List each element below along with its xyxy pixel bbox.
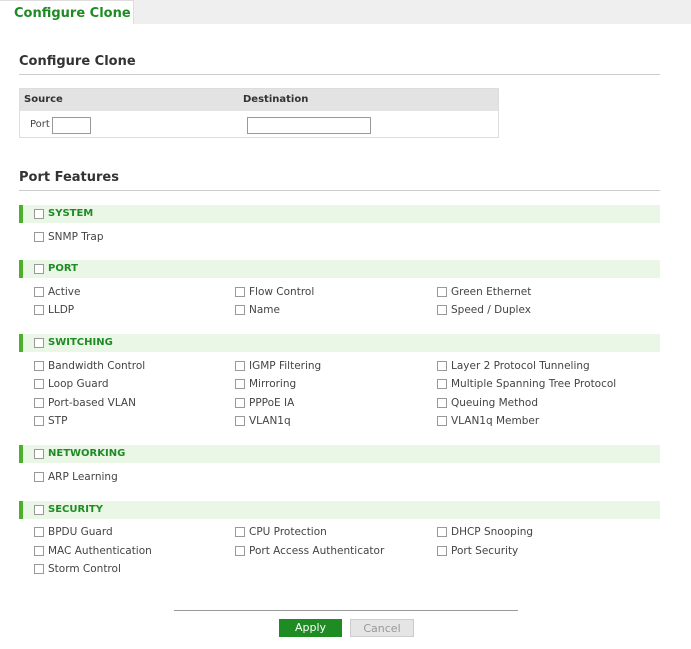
feature-checkbox[interactable] <box>235 398 245 408</box>
feature-label: PPPoE IA <box>249 397 295 409</box>
feature-checkbox[interactable] <box>437 287 447 297</box>
group-checkbox-system[interactable] <box>34 209 44 219</box>
apply-button[interactable]: Apply <box>279 619 342 637</box>
feature-label: VLAN1q <box>249 415 291 427</box>
feature-checkbox[interactable] <box>437 416 447 426</box>
feature-checkbox[interactable] <box>34 546 44 556</box>
features-section-divider <box>19 190 660 191</box>
feature-checkbox[interactable] <box>235 546 245 556</box>
group-accent-bar <box>19 445 23 463</box>
tab-configure-clone[interactable]: Configure Clone <box>0 0 134 25</box>
feature-checkbox[interactable] <box>437 546 447 556</box>
feature-checkbox[interactable] <box>34 361 44 371</box>
feature-checkbox[interactable] <box>235 416 245 426</box>
destination-port-input[interactable] <box>247 117 371 134</box>
group-checkbox-networking[interactable] <box>34 449 44 459</box>
feature-label: LLDP <box>48 304 75 316</box>
feature-label: Port Security <box>451 545 519 557</box>
feature-label: Name <box>249 304 280 316</box>
feature-checkbox[interactable] <box>437 379 447 389</box>
cancel-button[interactable]: Cancel <box>350 619 414 637</box>
group-label-security: SECURITY <box>48 504 103 515</box>
destination-header: Destination <box>243 94 309 105</box>
group-header-system: SYSTEM <box>19 205 660 223</box>
feature-checkbox[interactable] <box>34 232 44 242</box>
feature-checkbox[interactable] <box>235 305 245 315</box>
clone-table: Source Destination Port <box>19 88 499 138</box>
group-checkbox-switching[interactable] <box>34 338 44 348</box>
clone-section-title: Configure Clone <box>19 54 136 69</box>
feature-checkbox[interactable] <box>437 361 447 371</box>
feature-label: DHCP Snooping <box>451 526 534 538</box>
feature-label: ARP Learning <box>48 471 118 483</box>
feature-label: Port Access Authenticator <box>249 545 385 557</box>
feature-checkbox[interactable] <box>34 305 44 315</box>
feature-checkbox[interactable] <box>34 416 44 426</box>
feature-label: MAC Authentication <box>48 545 152 557</box>
group-label-port: PORT <box>48 263 78 274</box>
feature-label: Loop Guard <box>48 378 109 390</box>
group-accent-bar <box>19 334 23 352</box>
group-label-system: SYSTEM <box>48 208 94 219</box>
feature-label: VLAN1q Member <box>451 415 540 427</box>
feature-label: CPU Protection <box>249 526 327 538</box>
feature-checkbox[interactable] <box>34 527 44 537</box>
feature-label: IGMP Filtering <box>249 360 322 372</box>
feature-checkbox[interactable] <box>235 361 245 371</box>
source-port-input[interactable] <box>52 117 91 134</box>
feature-checkbox[interactable] <box>34 472 44 482</box>
feature-checkbox[interactable] <box>437 305 447 315</box>
feature-label: Flow Control <box>249 286 315 298</box>
feature-label: Layer 2 Protocol Tunneling <box>451 360 590 372</box>
group-header-networking: NETWORKING <box>19 445 660 463</box>
feature-checkbox[interactable] <box>34 564 44 574</box>
feature-label: Active <box>48 286 81 298</box>
group-accent-bar <box>19 501 23 519</box>
feature-checkbox[interactable] <box>235 287 245 297</box>
group-checkbox-security[interactable] <box>34 505 44 515</box>
clone-table-header: Source Destination <box>20 89 498 111</box>
feature-label: Storm Control <box>48 563 121 575</box>
clone-section-divider <box>19 74 660 75</box>
port-features-title: Port Features <box>19 170 119 185</box>
footer-divider <box>174 610 518 611</box>
feature-checkbox[interactable] <box>235 527 245 537</box>
group-header-port: PORT <box>19 260 660 278</box>
feature-label: Bandwidth Control <box>48 360 146 372</box>
tab-label: Configure Clone <box>14 6 131 21</box>
group-accent-bar <box>19 205 23 223</box>
group-checkbox-port[interactable] <box>34 264 44 274</box>
main-panel: Configure Clone Source Destination Port … <box>0 24 691 649</box>
group-header-security: SECURITY <box>19 501 660 519</box>
group-label-switching: SWITCHING <box>48 337 113 348</box>
feature-label: Port-based VLAN <box>48 397 136 409</box>
group-header-switching: SWITCHING <box>19 334 660 352</box>
group-label-networking: NETWORKING <box>48 448 126 459</box>
feature-label: SNMP Trap <box>48 231 104 243</box>
feature-checkbox[interactable] <box>34 398 44 408</box>
feature-checkbox[interactable] <box>34 379 44 389</box>
feature-checkbox[interactable] <box>437 398 447 408</box>
feature-label: Mirroring <box>249 378 297 390</box>
feature-label: Green Ethernet <box>451 286 532 298</box>
source-header: Source <box>24 94 63 105</box>
feature-label: BPDU Guard <box>48 526 113 538</box>
feature-label: Speed / Duplex <box>451 304 531 316</box>
feature-label: Multiple Spanning Tree Protocol <box>451 378 617 390</box>
feature-checkbox[interactable] <box>34 287 44 297</box>
group-accent-bar <box>19 260 23 278</box>
feature-label: Queuing Method <box>451 397 538 409</box>
feature-checkbox[interactable] <box>235 379 245 389</box>
feature-label: STP <box>48 415 68 427</box>
feature-checkbox[interactable] <box>437 527 447 537</box>
port-label: Port <box>30 119 50 130</box>
